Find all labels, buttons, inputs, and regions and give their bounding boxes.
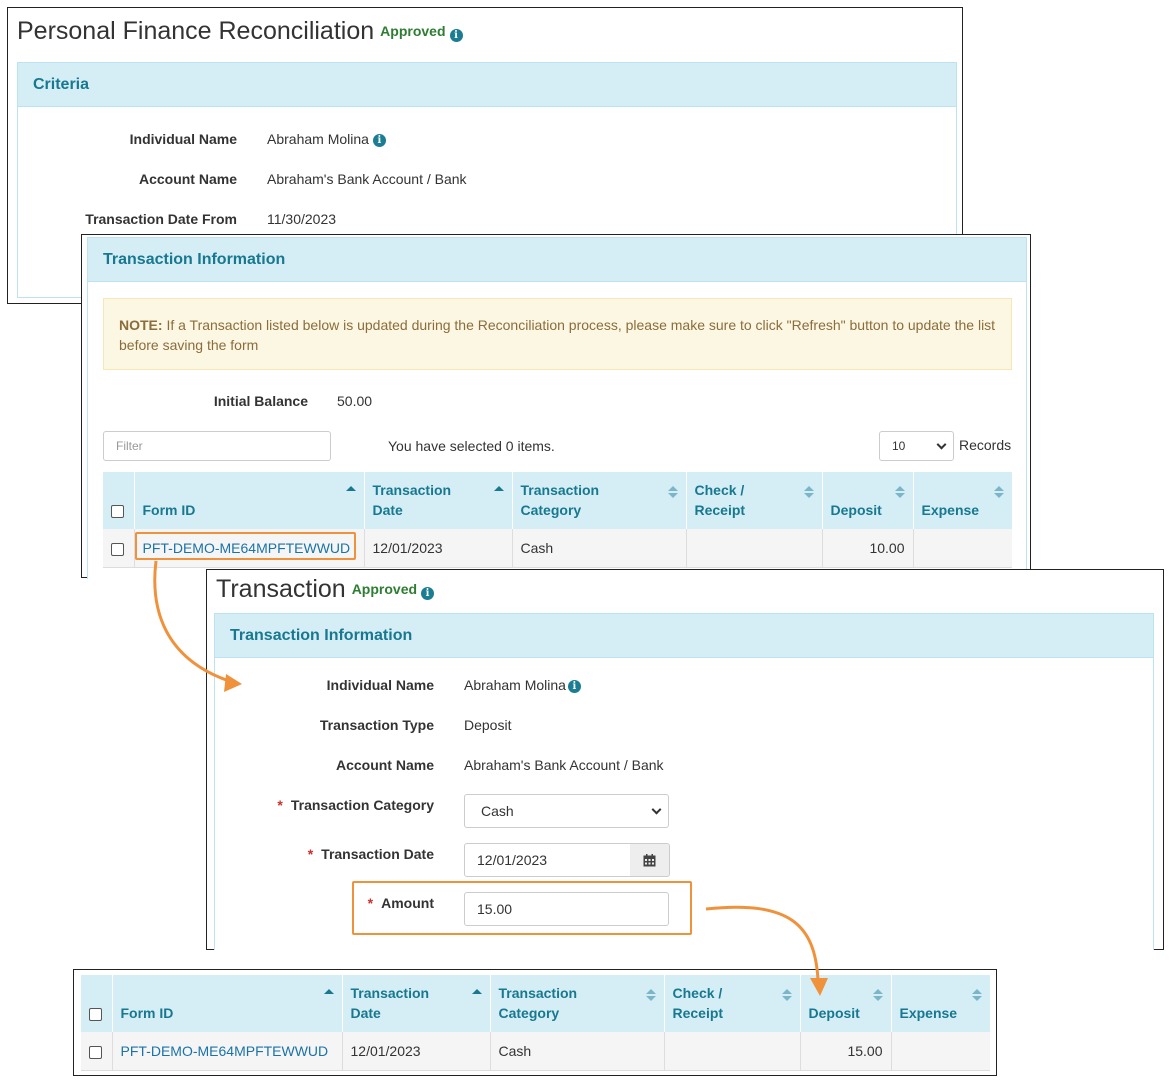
row-date: 12/01/2023	[364, 529, 513, 568]
required-marker: *	[307, 846, 314, 862]
chevron-down-icon	[936, 439, 947, 450]
calendar-icon	[643, 853, 656, 866]
col-expense[interactable]: Expense	[913, 472, 1012, 529]
row-date: 12/01/2023	[342, 1032, 491, 1071]
individual-name-label: Individual Name	[326, 677, 434, 693]
col-deposit[interactable]: Deposit	[800, 975, 892, 1032]
row-category: Cash	[512, 529, 687, 568]
col-form-id[interactable]: Form ID	[134, 472, 365, 529]
transaction-list-window: Transaction Information NOTE: If a Trans…	[81, 234, 1031, 579]
transaction-info-panel: Transaction Information NOTE: If a Trans…	[87, 237, 1027, 579]
date-value: 12/01/2023	[477, 852, 548, 868]
amount-highlight	[352, 881, 692, 935]
transaction-date-input[interactable]: 12/01/2023	[464, 843, 631, 877]
individual-name-label: Individual Name	[129, 131, 237, 147]
transaction-info-heading: Transaction Information	[88, 238, 1026, 282]
form-id-highlight	[135, 532, 356, 560]
sort-icon	[667, 486, 678, 498]
transaction-detail-heading: Transaction Information	[215, 614, 1153, 658]
table-row: PFT-DEMO-ME64MPFTEWWUD 12/01/2023 Cash 1…	[81, 1032, 990, 1071]
sort-icon	[781, 989, 792, 1001]
sort-icon	[994, 486, 1004, 498]
row-expense	[913, 529, 1012, 568]
calendar-button[interactable]	[630, 843, 670, 877]
filter-placeholder: Filter	[116, 439, 143, 453]
col-transaction-category[interactable]: Transaction Category	[490, 975, 665, 1032]
individual-name-value: Abraham Molina i	[464, 677, 581, 693]
row-check	[686, 529, 823, 568]
info-icon[interactable]: i	[449, 29, 463, 42]
col-deposit[interactable]: Deposit	[822, 472, 914, 529]
page-title: Personal Finance Reconciliation Approved i	[17, 17, 463, 46]
col-transaction-category[interactable]: Transaction Category	[512, 472, 687, 529]
sort-asc-icon	[493, 486, 504, 493]
individual-name-value: Abraham Molina i	[267, 131, 386, 147]
individual-info-icon[interactable]: i	[372, 134, 386, 147]
date-from-value: 11/30/2023	[267, 211, 337, 227]
status-badge: Approved	[380, 23, 446, 39]
account-name-value: Abraham's Bank Account / Bank	[267, 171, 467, 187]
account-name-label: Account Name	[335, 757, 434, 773]
info-icon[interactable]: i	[421, 587, 435, 600]
row-deposit: 10.00	[822, 529, 914, 568]
transaction-type-label: Transaction Type	[319, 717, 434, 733]
result-table-window: Form ID Transaction Date Transaction Categ…	[73, 969, 997, 1076]
col-check-receipt[interactable]: Check / Receipt	[664, 975, 801, 1032]
initial-balance-value: 50.00	[337, 393, 373, 409]
records-label: Records	[959, 437, 1012, 453]
sort-icon	[872, 989, 883, 1001]
transaction-type-value: Deposit	[464, 717, 512, 733]
filter-input[interactable]: Filter	[103, 431, 331, 461]
col-transaction-date[interactable]: Transaction Date	[364, 472, 513, 529]
note-label: NOTE:	[119, 317, 163, 333]
col-form-id[interactable]: Form ID	[112, 975, 343, 1032]
transaction-category-label: * Transaction Category	[277, 797, 434, 813]
date-from-label: Transaction Date From	[85, 211, 237, 227]
transaction-category-select[interactable]: Cash	[464, 794, 669, 828]
sort-asc-icon	[345, 486, 356, 493]
note-text: If a Transaction listed below is updated…	[119, 317, 996, 353]
page-title-text: Personal Finance Reconciliation	[17, 17, 375, 45]
select-all-checkbox[interactable]	[89, 1007, 102, 1021]
selection-count: You have selected 0 items.	[388, 438, 555, 454]
row-category: Cash	[490, 1032, 665, 1071]
row-checkbox[interactable]	[111, 542, 124, 556]
sort-icon	[803, 486, 814, 498]
page-size-select[interactable]: 10	[879, 431, 954, 461]
select-all-header	[103, 472, 135, 529]
select-all-checkbox[interactable]	[111, 504, 124, 518]
account-name-label: Account Name	[138, 171, 237, 187]
row-checkbox[interactable]	[89, 1045, 102, 1059]
transaction-title: Transaction Approved i	[216, 575, 435, 604]
form-id-link[interactable]: PFT-DEMO-ME64MPFTEWWUD	[121, 1043, 329, 1059]
account-name-value: Abraham's Bank Account / Bank	[464, 757, 664, 773]
category-value: Cash	[481, 803, 514, 819]
row-expense	[891, 1032, 990, 1071]
col-expense[interactable]: Expense	[891, 975, 990, 1032]
col-transaction-date[interactable]: Transaction Date	[342, 975, 491, 1032]
refresh-note: NOTE: If a Transaction listed below is u…	[103, 298, 1012, 370]
required-marker: *	[277, 797, 283, 813]
criteria-heading: Criteria	[18, 63, 956, 107]
col-check-receipt[interactable]: Check / Receipt	[686, 472, 823, 529]
sort-icon	[972, 989, 982, 1001]
chevron-down-icon	[651, 804, 662, 815]
sort-icon	[894, 486, 905, 498]
row-deposit: 15.00	[800, 1032, 892, 1071]
page-size-value: 10	[892, 439, 906, 453]
initial-balance-label: Initial Balance	[213, 393, 308, 409]
individual-info-icon[interactable]: i	[567, 680, 581, 693]
sort-asc-icon	[471, 989, 482, 996]
sort-asc-icon	[323, 989, 334, 996]
status-badge: Approved	[351, 581, 418, 597]
result-table: Form ID Transaction Date Transaction Categ…	[81, 975, 990, 1071]
transaction-title-text: Transaction	[216, 575, 346, 603]
row-check	[664, 1032, 801, 1071]
transaction-date-label: * Transaction Date	[307, 846, 434, 862]
sort-icon	[645, 989, 656, 1001]
select-all-header	[81, 975, 113, 1032]
